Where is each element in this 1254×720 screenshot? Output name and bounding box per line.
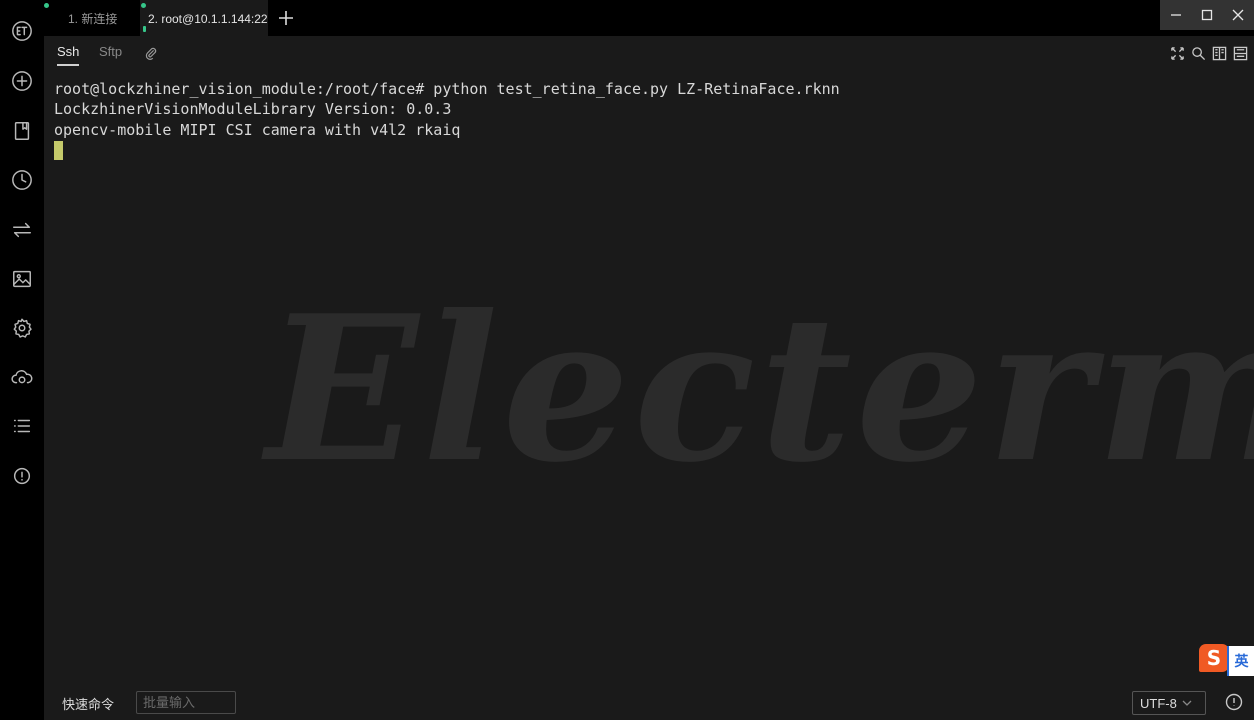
- maximize-button[interactable]: [1191, 0, 1222, 30]
- sogou-ime-icon: S: [1199, 644, 1229, 672]
- search-icon: [1192, 47, 1206, 61]
- tab-activity-indicator: [143, 26, 146, 32]
- paperclip-icon: [145, 47, 157, 60]
- terminal-cursor-line: [54, 140, 840, 160]
- terminal-cursor: [54, 140, 63, 160]
- tab-label: 2. root@10.1.1.144:22: [148, 12, 268, 26]
- quick-command-label[interactable]: 快速命令: [62, 694, 114, 713]
- encoding-value: UTF-8: [1140, 695, 1177, 711]
- terminal-output[interactable]: Electerm root@lockzhiner_vision_module:/…: [44, 70, 1254, 684]
- electerm-watermark: Electerm: [266, 272, 1254, 507]
- terminal-line: LockzhinerVisionModuleLibrary Version: 0…: [54, 100, 452, 119]
- footer-bar: 快速命令 UTF-8: [44, 684, 1254, 720]
- chevron-down-icon: [1182, 700, 1192, 706]
- terminal-line: opencv-mobile MIPI CSI camera with v4l2 …: [54, 120, 461, 139]
- history-clock-icon[interactable]: [0, 160, 44, 200]
- ime-language-label: 英: [1227, 646, 1254, 676]
- plus-icon: [279, 11, 293, 25]
- image-gallery-icon[interactable]: [0, 259, 44, 299]
- tab-label: 1. 新连接: [68, 11, 118, 26]
- add-tab-button[interactable]: [274, 6, 298, 30]
- new-connection-icon[interactable]: [0, 61, 44, 101]
- session-panel: Ssh Sftp Electerm root@lockzhiner_vision…: [44, 36, 1254, 720]
- tab-status-dot: [141, 3, 146, 8]
- fullscreen-button[interactable]: [1170, 46, 1185, 61]
- batch-input-field[interactable]: [136, 691, 236, 714]
- maximize-icon: [1201, 9, 1212, 21]
- subtab-ssh[interactable]: Ssh: [57, 44, 80, 66]
- subtab-sftp[interactable]: Sftp: [99, 44, 122, 66]
- batch-list-icon[interactable]: [0, 406, 44, 446]
- split-columns-icon: [1212, 46, 1227, 61]
- split-vertical-button[interactable]: [1233, 46, 1248, 61]
- cloud-sync-icon[interactable]: [0, 358, 44, 398]
- session-subtabs: Ssh Sftp: [44, 36, 1254, 70]
- left-sidebar: [0, 0, 44, 720]
- split-rows-icon: [1233, 46, 1248, 61]
- electerm-logo-icon[interactable]: [0, 11, 44, 51]
- info-icon: [1225, 693, 1243, 711]
- info-button[interactable]: [1225, 693, 1243, 711]
- transfer-arrows-icon[interactable]: [0, 210, 44, 250]
- split-horizontal-button[interactable]: [1212, 46, 1227, 61]
- terminal-toolbar: [1170, 46, 1248, 62]
- settings-gear-icon[interactable]: [0, 308, 44, 348]
- close-button[interactable]: [1222, 0, 1253, 30]
- expand-icon: [1171, 47, 1184, 60]
- bookmarks-icon[interactable]: [0, 111, 44, 151]
- tab-new-connection[interactable]: 1. 新连接: [44, 0, 140, 36]
- ime-indicator[interactable]: S 英: [1199, 644, 1254, 676]
- minimize-icon: [1170, 14, 1181, 16]
- terminal-line: root@lockzhiner_vision_module:/root/face…: [54, 80, 840, 98]
- tab-status-dot: [44, 3, 49, 8]
- close-icon: [1232, 9, 1243, 21]
- encoding-select[interactable]: UTF-8: [1132, 691, 1206, 715]
- attach-button[interactable]: [144, 46, 158, 68]
- minimize-button[interactable]: [1160, 0, 1191, 30]
- tab-ssh-session[interactable]: 2. root@10.1.1.144:22: [140, 0, 268, 36]
- tab-bar: 1. 新连接 2. root@10.1.1.144:22: [44, 0, 1254, 36]
- terminal-text: root@lockzhiner_vision_module:/root/face…: [54, 79, 840, 160]
- about-info-icon[interactable]: [0, 456, 44, 496]
- window-controls: [1160, 0, 1254, 30]
- search-button[interactable]: [1191, 46, 1206, 61]
